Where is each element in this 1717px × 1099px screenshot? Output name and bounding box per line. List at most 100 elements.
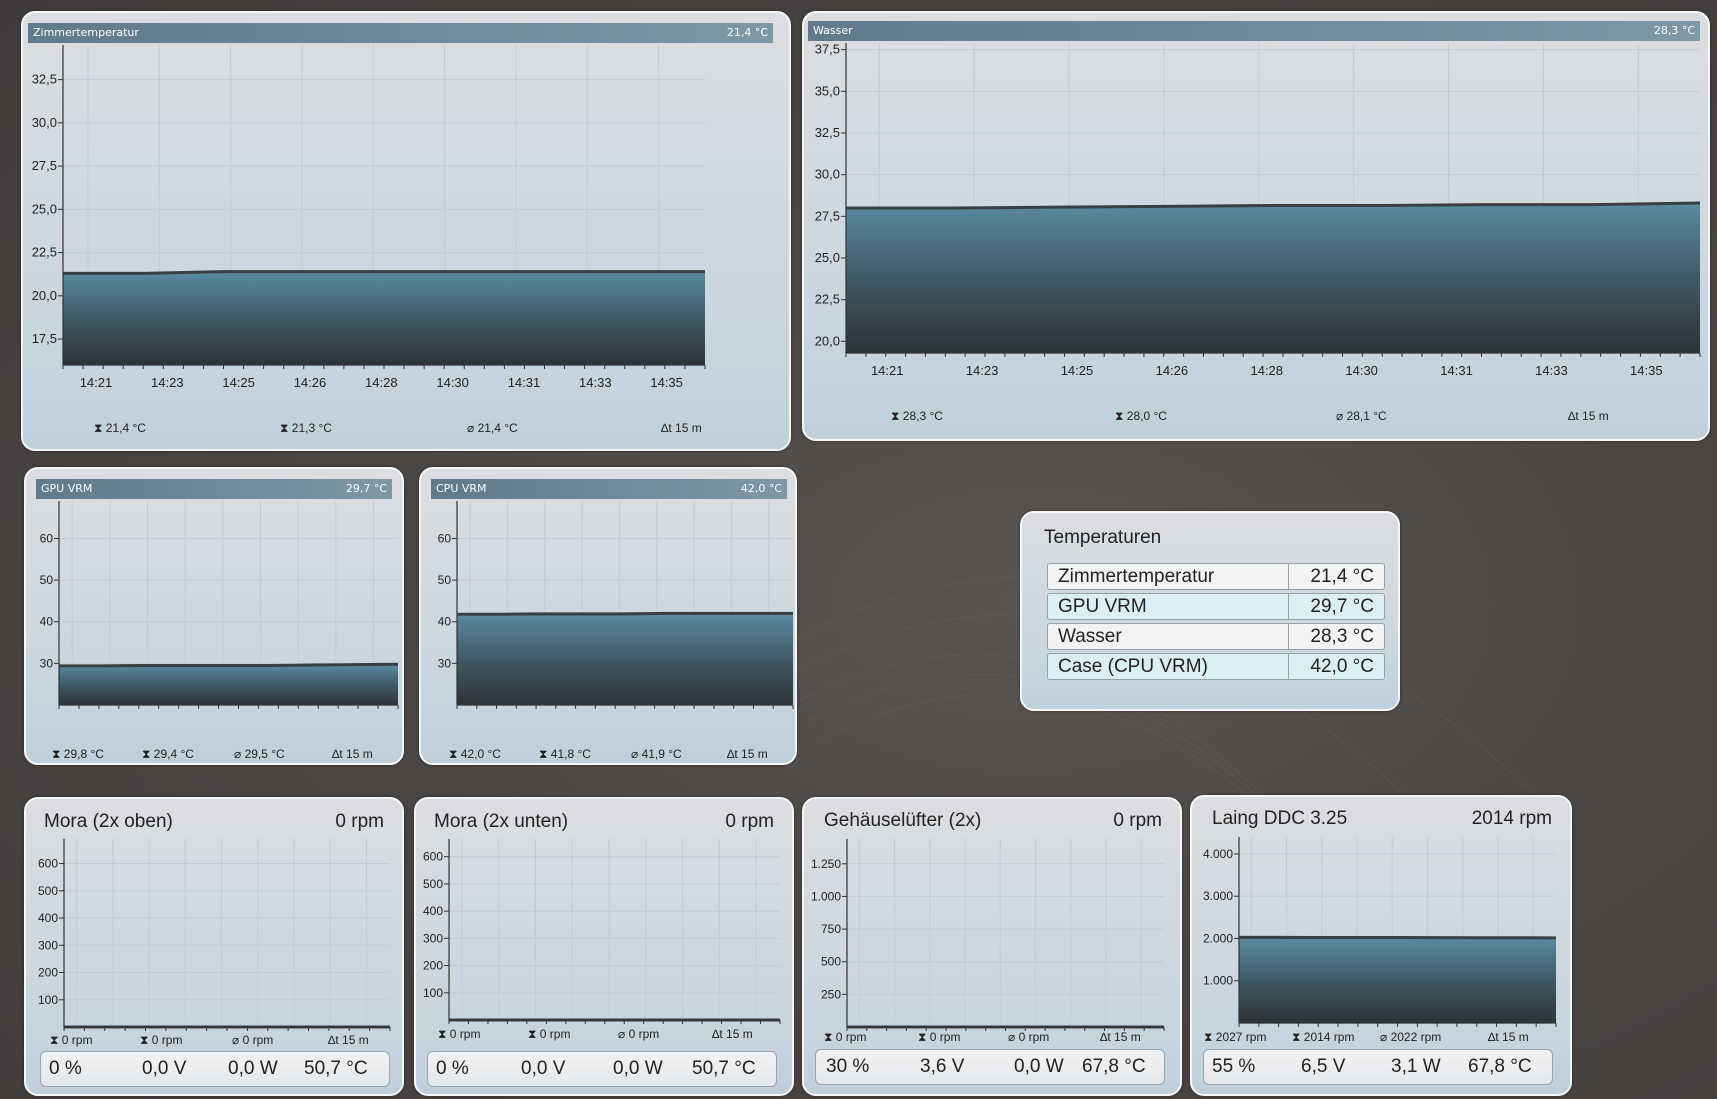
avg-stat: ⌀ 0 rpm	[618, 1027, 660, 1041]
x-tick-label: 14:23	[151, 375, 184, 390]
min-stat: ⧗ 0 rpm	[140, 1033, 183, 1047]
series-area	[846, 203, 1700, 353]
x-tick-label: 14:25	[1061, 363, 1094, 378]
span-stat: ∆t 15 m	[1488, 1030, 1529, 1044]
min-stat: ⧗ 0 rpm	[918, 1030, 961, 1044]
fan-current-rpm: 2014 rpm	[1471, 808, 1552, 829]
y-tick-label: 20,0	[815, 333, 840, 348]
x-tick-label: 14:23	[966, 363, 999, 378]
chart-panel-wasser: Wasser 28,3 °C 20,0 22,5 25,0 27,5 30,0 32,5 3…	[802, 11, 1710, 441]
fan-percent: 0 %	[49, 1058, 82, 1079]
fan-footer: 55 % 6,5 V 3,1 W 67,8 °C	[1203, 1049, 1553, 1085]
fan-voltage: 0,0 V	[142, 1058, 187, 1079]
min-stat: ⧗ 2014 rpm	[1292, 1030, 1355, 1044]
sensor-value: 29,7 °C	[1288, 593, 1385, 620]
sensor-name: Zimmertemperatur	[1047, 563, 1288, 590]
fan-power: 0,0 W	[1014, 1056, 1064, 1077]
chart-plot-mora-unten: 100 200 300 400 500 600	[423, 839, 781, 1024]
series-line	[63, 270, 705, 275]
chart-title: CPU VRM	[436, 482, 487, 495]
y-tick-label: 25,0	[32, 201, 57, 216]
y-tick-label: 30,0	[815, 167, 840, 182]
span-stat: ∆t 15 m	[727, 747, 768, 761]
y-tick-label: 1.000	[811, 889, 841, 903]
fan-title: Laing DDC 3.25	[1212, 808, 1348, 829]
y-tick-label: 20,0	[32, 288, 57, 303]
y-tick-label: 30,0	[32, 115, 57, 130]
chart-current-value: 28,3 °C	[1653, 24, 1695, 37]
fan-title: Mora (2x oben)	[44, 811, 173, 832]
x-tick-label: 14:35	[1630, 363, 1663, 378]
chart-plot-gehaeuseluefter: 250 500 750 1.000 1.250	[811, 839, 1165, 1031]
max-stat: ⧗ 0 rpm	[438, 1027, 481, 1041]
chart-titlebar: Zimmertemperatur 21,4 °C	[28, 23, 773, 43]
fan-temp: 67,8 °C	[1468, 1056, 1532, 1077]
chart-titlebar: GPU VRM 29,7 °C	[36, 479, 392, 499]
chart-plot-wasser: 20,0 22,5 25,0 27,5 30,0 32,5 35,0 37,5 14:21 14:…	[815, 42, 1701, 378]
fan-title: Gehäuselüfter (2x)	[824, 810, 982, 831]
fan-percent: 55 %	[1212, 1056, 1256, 1077]
max-stat: ⧗ 2027 rpm	[1204, 1030, 1267, 1044]
y-tick-label: 40	[438, 615, 452, 629]
y-tick-label: 250	[821, 987, 841, 1001]
y-tick-label: 50	[438, 573, 452, 587]
y-tick-label: 100	[38, 993, 58, 1007]
y-tick-label: 4.000	[1203, 847, 1233, 861]
min-stat: ⧗ 41,8 °C	[539, 747, 591, 761]
max-stat: ⧗ 21,4 °C	[94, 421, 146, 435]
fan-panel-gehaeuseluefter: Gehäuselüfter (2x) 0 rpm 250 500 750 1.000 1…	[802, 797, 1182, 1096]
chart-title: GPU VRM	[41, 482, 93, 495]
avg-stat: ⌀ 28,1 °C	[1336, 409, 1387, 423]
fan-power: 0,0 W	[228, 1058, 278, 1079]
y-tick-label: 500	[821, 955, 841, 969]
avg-stat: ⌀ 29,5 °C	[234, 747, 285, 761]
y-tick-label: 40	[40, 615, 54, 629]
series-line	[1238, 935, 1557, 940]
max-stat: ⧗ 0 rpm	[50, 1033, 93, 1047]
chart-panel-gpu-vrm: GPU VRM 29,7 °C 30 40 50 60 ⧗ 29,8 °C ⧗ 29,…	[24, 467, 404, 765]
series-line	[457, 611, 793, 616]
y-tick-label: 2.000	[1203, 931, 1233, 945]
span-stat: ∆t 15 m	[1100, 1030, 1141, 1044]
chart-current-value: 21,4 °C	[726, 26, 768, 39]
y-tick-label: 1.000	[1203, 974, 1233, 988]
y-tick-label: 400	[38, 911, 58, 925]
x-tick-label: 14:26	[1156, 363, 1189, 378]
y-tick-label: 37,5	[815, 42, 840, 57]
temperaturen-panel: Temperaturen Zimmertemperatur 21,4 °C GPU…	[1020, 511, 1400, 711]
span-stat: ∆t 15 m	[328, 1033, 369, 1047]
chart-stats: ⧗ 0 rpm ⧗ 0 rpm ⌀ 0 rpm ∆t 15 m	[416, 1027, 792, 1043]
chart-plot-gpu-vrm: 30 40 50 60	[40, 501, 399, 709]
fan-temp: 50,7 °C	[692, 1058, 756, 1079]
y-tick-label: 3.000	[1203, 889, 1233, 903]
sensor-name: Wasser	[1047, 623, 1288, 650]
fan-current-rpm: 0 rpm	[335, 811, 384, 832]
avg-stat: ⌀ 0 rpm	[1008, 1030, 1050, 1044]
sensor-name: GPU VRM	[1047, 593, 1288, 620]
avg-stat: ⌀ 0 rpm	[232, 1033, 274, 1047]
fan-current-rpm: 0 rpm	[725, 811, 774, 832]
span-stat: ∆t 15 m	[332, 747, 373, 761]
fan-voltage: 6,5 V	[1301, 1056, 1346, 1077]
chart-stats: ⧗ 28,3 °C ⧗ 28,0 °C ⌀ 28,1 °C ∆t 15 m	[804, 409, 1708, 425]
y-tick-label: 27,5	[815, 208, 840, 223]
y-tick-label: 60	[40, 531, 54, 545]
max-stat: ⧗ 42,0 °C	[449, 747, 501, 761]
y-tick-label: 200	[38, 966, 58, 980]
chart-title: Zimmertemperatur	[33, 26, 139, 39]
y-tick-label: 1.250	[811, 857, 841, 871]
series-area	[63, 271, 705, 365]
fan-panel-laing-ddc: Laing DDC 3.25 2014 rpm 1.000 2.000 3.000 4…	[1190, 795, 1572, 1096]
chart-plot-mora-oben: 100 200 300 400 500 600	[38, 839, 391, 1031]
max-stat: ⧗ 29,8 °C	[52, 747, 104, 761]
chart-plot-laing-ddc: 1.000 2.000 3.000 4.000	[1203, 837, 1557, 1027]
max-stat: ⧗ 0 rpm	[824, 1030, 867, 1044]
y-tick-label: 600	[423, 850, 443, 864]
y-tick-label: 22,5	[32, 245, 57, 260]
x-tick-label: 14:33	[579, 375, 612, 390]
x-tick-label: 14:30	[1345, 363, 1378, 378]
x-tick-label: 14:28	[1250, 363, 1283, 378]
y-tick-label: 60	[438, 531, 452, 545]
chart-current-value: 29,7 °C	[345, 482, 387, 495]
fan-percent: 0 %	[436, 1058, 469, 1079]
